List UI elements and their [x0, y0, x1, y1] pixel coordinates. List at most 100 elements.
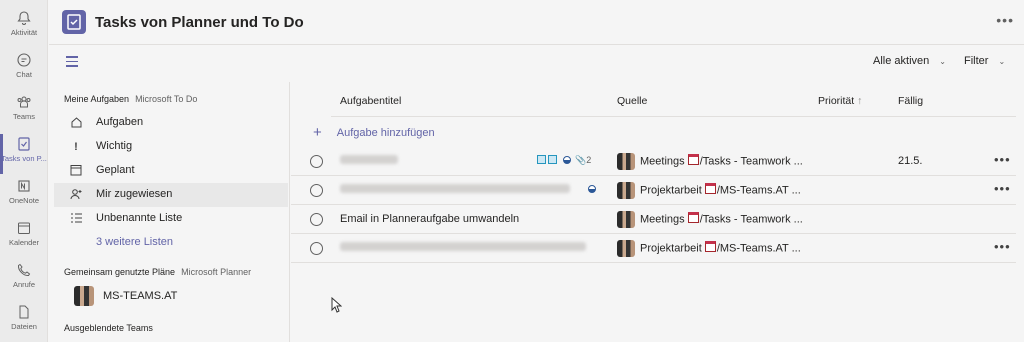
task-list: Aufgabentitel Quelle Priorität ↑ Fällig … — [291, 82, 1024, 342]
my-tasks-title: Meine Aufgaben — [64, 94, 130, 104]
label-square-icon — [548, 155, 557, 164]
sidebar-item-aufgaben[interactable]: Aufgaben — [54, 111, 288, 135]
rail-label: Kalender — [8, 238, 40, 247]
app-header: Tasks von Planner und To Do ••• — [49, 0, 1024, 45]
rail-label: Dateien — [11, 322, 37, 331]
plan-avatar — [74, 286, 94, 306]
active-filter-label: Alle aktiven — [873, 55, 930, 67]
rail-label: Anrufe — [12, 280, 36, 289]
tasks-app-icon — [62, 10, 86, 34]
rail-chat[interactable]: Chat — [0, 48, 48, 90]
redacted-text — [340, 184, 570, 193]
task-source[interactable]: Projektarbeit /MS-Teams.AT ... — [617, 182, 801, 199]
sidebar: Meine Aufgaben Microsoft To Do Aufgaben !… — [54, 82, 290, 342]
task-badges: 📎2 — [537, 155, 591, 166]
filter-dropdown[interactable]: Filter ⌄ — [964, 55, 1005, 67]
rail-files[interactable]: Dateien — [0, 300, 48, 342]
calendar-icon — [704, 183, 716, 195]
complete-checkbox[interactable] — [310, 155, 323, 168]
table-row[interactable]: Projektarbeit /MS-Teams.AT ... ••• — [291, 234, 1016, 263]
rail-onenote[interactable]: OneNote — [0, 174, 48, 216]
table-row[interactable]: Email in Planneraufgabe umwandeln Meetin… — [291, 205, 1016, 234]
source-path: /MS-Teams.AT ... — [716, 242, 801, 255]
table-row[interactable]: 📎2 Meetings /Tasks - Teamwork ... 21.5. … — [291, 147, 1016, 176]
sidebar-item-geplant[interactable]: Geplant — [54, 159, 288, 183]
attachment-count: 2 — [586, 155, 592, 165]
my-tasks-source: Microsoft To Do — [135, 94, 198, 104]
task-title[interactable]: Email in Planneraufgabe umwandeln — [340, 213, 519, 225]
rail-tasks[interactable]: Tasks von P... — [0, 132, 48, 174]
sidebar-item-label: Mir zugewiesen — [96, 188, 173, 200]
source-plan: Meetings — [640, 213, 685, 226]
hamburger-menu-icon[interactable] — [66, 56, 78, 67]
row-more-button[interactable]: ••• — [994, 181, 1011, 196]
complete-checkbox[interactable] — [310, 184, 323, 197]
active-filter-dropdown[interactable]: Alle aktiven ⌄ — [873, 55, 946, 67]
chevron-down-icon: ⌄ — [939, 57, 946, 66]
add-task-button[interactable]: + Aufgabe hinzufügen — [313, 124, 435, 141]
shared-plans-title: Gemeinsam genutzte Pläne — [64, 267, 176, 277]
home-icon — [69, 116, 83, 130]
app-rail: Aktivität Chat Teams Tasks von P... OneN… — [0, 0, 48, 342]
phone-icon — [17, 263, 31, 277]
rail-label: Tasks von P... — [1, 154, 47, 163]
sidebar-item-label: Aufgaben — [96, 116, 144, 128]
source-path: /MS-Teams.AT ... — [716, 184, 801, 197]
sidebar-item-plan[interactable]: MS-TEAMS.AT — [74, 286, 177, 308]
task-source[interactable]: Projektarbeit /MS-Teams.AT ... — [617, 240, 801, 257]
sidebar-item-label: Wichtig — [96, 140, 133, 152]
toolbar: Alle aktiven ⌄ Filter ⌄ — [49, 46, 1024, 78]
task-title[interactable] — [340, 184, 570, 196]
source-path: /Tasks - Teamwork ... — [699, 213, 803, 226]
plan-avatar — [617, 182, 635, 199]
rail-teams[interactable]: Teams — [0, 90, 48, 132]
attachment-icon: 📎 — [575, 155, 587, 165]
sidebar-item-label: Geplant — [96, 164, 135, 176]
my-tasks-heading: Meine Aufgaben Microsoft To Do — [64, 94, 197, 104]
task-source[interactable]: Meetings /Tasks - Teamwork ... — [617, 153, 803, 170]
source-path: /Tasks - Teamwork ... — [699, 155, 803, 168]
row-more-button[interactable]: ••• — [994, 152, 1011, 167]
task-title[interactable] — [340, 242, 586, 254]
sidebar-item-unbenannte-liste[interactable]: Unbenannte Liste — [54, 207, 288, 231]
add-task-label: Aufgabe hinzufügen — [336, 127, 435, 139]
mouse-cursor-icon — [331, 297, 342, 313]
more-lists-link[interactable]: 3 weitere Listen — [54, 231, 288, 255]
calendar-icon — [69, 164, 83, 178]
rail-label: OneNote — [8, 196, 40, 205]
complete-checkbox[interactable] — [310, 242, 323, 255]
rail-calendar[interactable]: Kalender — [0, 216, 48, 258]
teams-icon — [17, 96, 31, 108]
chevron-down-icon: ⌄ — [998, 57, 1006, 66]
column-header-due[interactable]: Fällig — [898, 95, 923, 107]
plan-avatar — [617, 240, 635, 257]
rail-label: Teams — [12, 112, 36, 121]
hidden-teams-heading[interactable]: Ausgeblendete Teams — [64, 323, 153, 333]
complete-checkbox[interactable] — [310, 213, 323, 226]
column-header-title[interactable]: Aufgabentitel — [340, 95, 401, 107]
task-title[interactable] — [340, 155, 398, 167]
plus-icon: + — [313, 124, 322, 141]
file-icon — [19, 305, 29, 319]
shared-plans-source: Microsoft Planner — [181, 267, 252, 277]
redacted-text — [340, 155, 398, 164]
calendar-icon — [687, 154, 699, 166]
column-header-source[interactable]: Quelle — [617, 95, 647, 107]
column-header-priority[interactable]: Priorität ↑ — [818, 95, 862, 107]
rail-calls[interactable]: Anrufe — [0, 258, 48, 300]
more-options-button[interactable]: ••• — [996, 12, 1014, 28]
rail-activity[interactable]: Aktivität — [0, 6, 48, 48]
page-title: Tasks von Planner und To Do — [95, 14, 304, 31]
row-more-button[interactable]: ••• — [994, 239, 1011, 254]
table-row[interactable]: Projektarbeit /MS-Teams.AT ... ••• — [291, 176, 1016, 205]
calendar-icon — [687, 212, 699, 224]
sidebar-item-label: Unbenannte Liste — [96, 212, 183, 224]
calendar-icon — [18, 222, 30, 234]
task-due-date: 21.5. — [898, 155, 923, 167]
sidebar-item-mir-zugewiesen[interactable]: Mir zugewiesen — [54, 183, 288, 207]
source-plan: Projektarbeit — [640, 242, 702, 255]
task-source[interactable]: Meetings /Tasks - Teamwork ... — [617, 211, 803, 228]
task-badges — [584, 184, 600, 194]
onenote-icon — [18, 180, 30, 192]
sidebar-item-wichtig[interactable]: ! Wichtig — [54, 135, 288, 159]
